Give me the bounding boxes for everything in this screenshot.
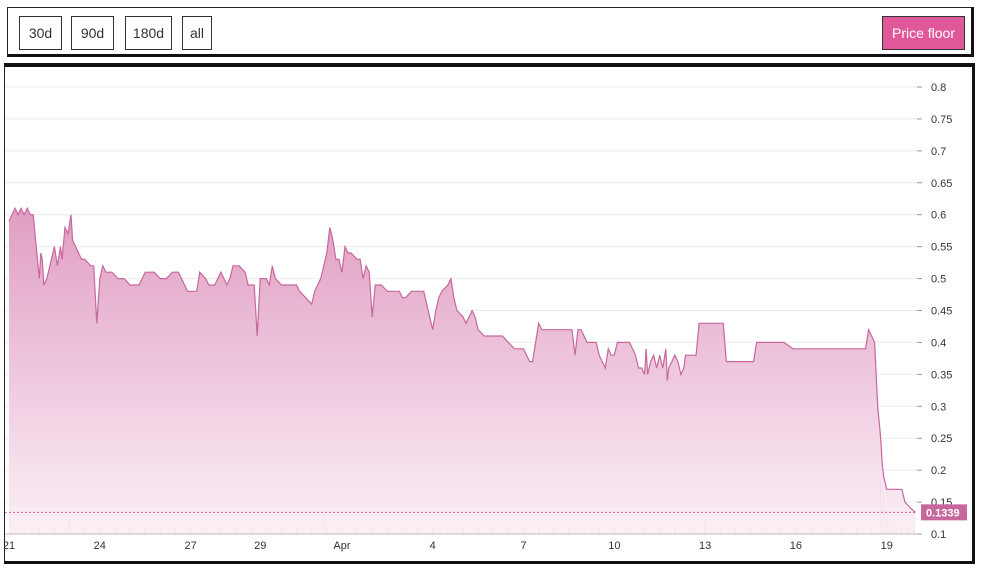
- price-area: [9, 208, 916, 535]
- y-tick-label: 0.45: [931, 306, 952, 318]
- y-tick-label: 0.25: [931, 433, 952, 445]
- y-tick-label: 0.1: [931, 529, 946, 541]
- x-tick-label: 4: [430, 540, 436, 552]
- x-tick-label: 16: [790, 540, 802, 552]
- y-tick-label: 0.55: [931, 242, 952, 254]
- x-tick-label: 27: [184, 540, 196, 552]
- x-axis: 21 24 27 29 Apr 4 7 10 13 16 19: [3, 533, 917, 552]
- y-tick-label: 0.7: [931, 146, 946, 158]
- x-tick-label: 29: [254, 540, 266, 552]
- y-tick-label: 0.4: [931, 337, 946, 349]
- y-tick-label: 0.65: [931, 178, 952, 190]
- y-tick-label: 0.2: [931, 465, 946, 477]
- x-tick-label: 10: [608, 540, 620, 552]
- x-tick-label: 19: [881, 540, 893, 552]
- y-axis: 0.10.150.20.250.30.350.40.450.50.550.60.…: [917, 82, 952, 541]
- y-tick-label: 0.6: [931, 210, 946, 222]
- x-tick-label: 7: [520, 540, 526, 552]
- x-tick-label: 21: [5, 540, 15, 552]
- x-tick-label: Apr: [333, 540, 350, 552]
- current-price-label: 0.1339: [926, 507, 960, 519]
- y-tick-label: 0.8: [931, 82, 946, 94]
- price-floor-button[interactable]: Price floor: [882, 16, 965, 50]
- y-tick-label: 0.75: [931, 114, 952, 126]
- x-tick-label: 13: [699, 540, 711, 552]
- range-30d-button[interactable]: 30d: [19, 16, 62, 50]
- chart-panel: 0.1 0.15 0.2 0.25 0.3 0.35 0.4 0.45 0.5 0.55 0.6 0.…: [3, 63, 975, 564]
- y-tick-label: 0.35: [931, 369, 952, 381]
- toolbar: 30d 90d 180d all Price floor: [7, 7, 974, 57]
- x-tick-label: 24: [94, 540, 106, 552]
- price-chart[interactable]: 0.10.150.20.250.30.350.40.450.50.550.60.…: [3, 67, 971, 561]
- range-90d-button[interactable]: 90d: [71, 16, 114, 50]
- range-180d-button[interactable]: 180d: [125, 16, 172, 50]
- range-all-button[interactable]: all: [182, 16, 212, 50]
- y-tick-label: 0.3: [931, 401, 946, 413]
- y-tick-label: 0.5: [931, 274, 946, 286]
